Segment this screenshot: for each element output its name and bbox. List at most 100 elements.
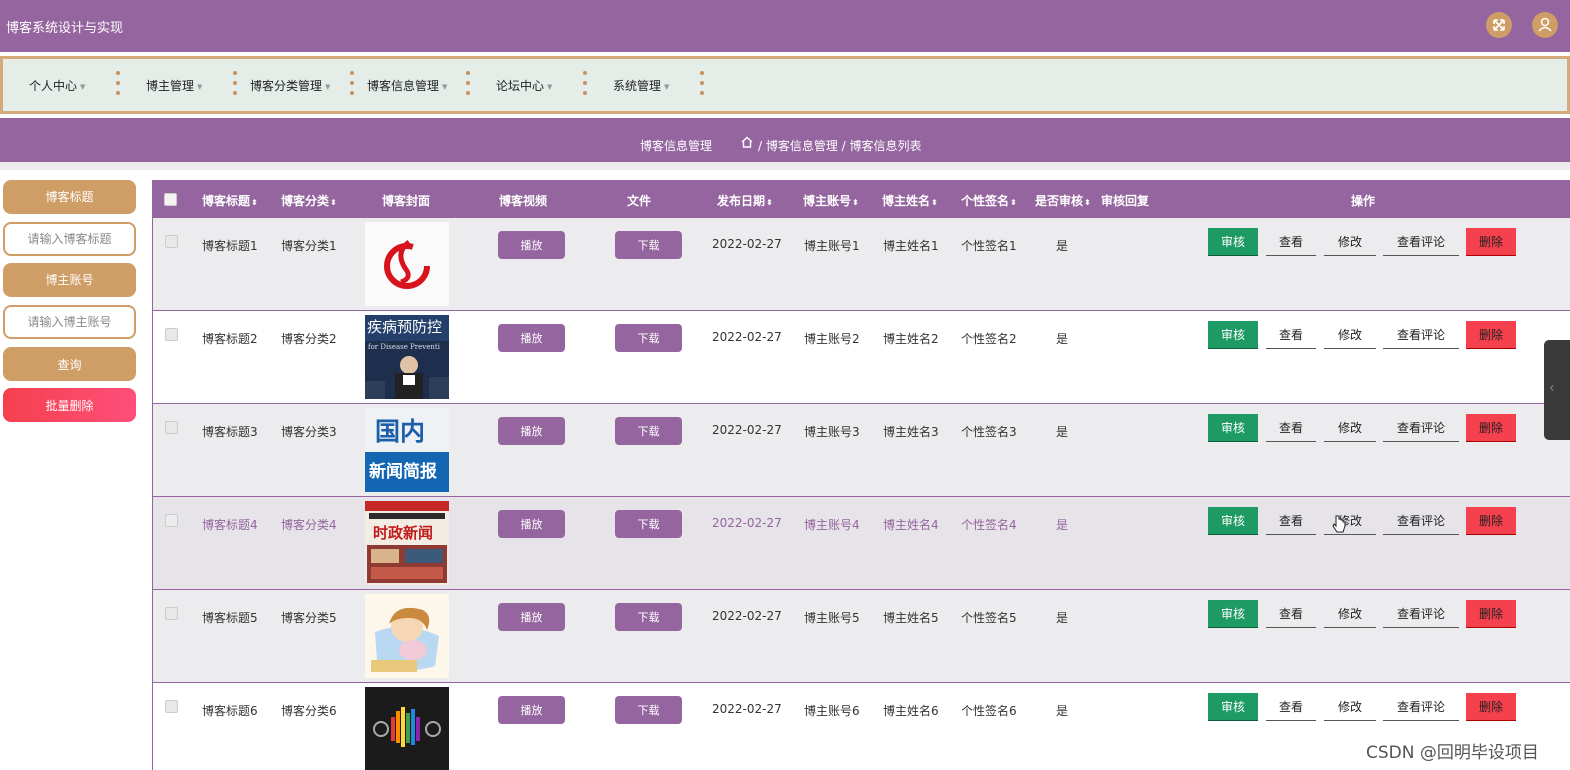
delete-button[interactable]: 删除 (1466, 228, 1516, 256)
column-header-category[interactable]: 博客分类⬍ (281, 192, 337, 209)
download-button[interactable]: 下载 (615, 417, 682, 445)
play-button[interactable]: 播放 (498, 231, 565, 259)
delete-button[interactable]: 删除 (1466, 600, 1516, 628)
view-button[interactable]: 查看 (1266, 507, 1316, 535)
sort-icon: ⬍ (852, 198, 859, 207)
search-button[interactable]: 查询 (3, 347, 136, 381)
cell-account: 博主账号4 (804, 518, 860, 532)
table-row: 博客标题2 博客分类2 疾病预防控 for Disease Preventi 播放… (153, 311, 1570, 404)
audit-button[interactable]: 审核 (1208, 321, 1258, 349)
edit-button[interactable]: 修改 (1324, 414, 1376, 442)
table-row: 博客标题1 博客分类1 播放 下载 2022-02-27 博主账号1 博主姓名1… (153, 218, 1570, 311)
row-checkbox[interactable] (165, 421, 178, 434)
home-icon[interactable] (740, 135, 754, 149)
view-button[interactable]: 查看 (1266, 228, 1316, 256)
blog-cover-image (365, 222, 449, 306)
audit-button[interactable]: 审核 (1208, 507, 1258, 535)
delete-button[interactable]: 删除 (1466, 321, 1516, 349)
view-button[interactable]: 查看 (1266, 414, 1316, 442)
edit-button[interactable]: 修改 (1324, 321, 1376, 349)
view-comments-button[interactable]: 查看评论 (1383, 600, 1459, 628)
nav-divider (700, 71, 704, 99)
row-checkbox[interactable] (165, 700, 178, 713)
user-icon[interactable] (1532, 12, 1558, 38)
download-button[interactable]: 下载 (615, 510, 682, 538)
watermark: CSDN @回明毕设项目 (1366, 743, 1539, 763)
blog-cover-image: 疾病预防控 for Disease Preventi (365, 315, 449, 399)
view-comments-button[interactable]: 查看评论 (1383, 507, 1459, 535)
download-button[interactable]: 下载 (615, 324, 682, 352)
audit-button[interactable]: 审核 (1208, 228, 1258, 256)
blog-cover-image: 国内 新闻简报 (365, 408, 449, 492)
blogger-account-input[interactable] (3, 305, 136, 339)
audit-button[interactable]: 审核 (1208, 600, 1258, 628)
play-button[interactable]: 播放 (498, 417, 565, 445)
column-header-video: 博客视频 (499, 194, 548, 208)
column-header-title[interactable]: 博客标题⬍ (202, 192, 258, 209)
page-title: 博客信息管理 (640, 139, 713, 153)
drawer-handle[interactable]: ‹ (1544, 340, 1570, 440)
column-header-signature[interactable]: 个性签名⬍ (961, 192, 1017, 209)
download-button[interactable]: 下载 (615, 231, 682, 259)
cover-text: 国内 (375, 417, 425, 446)
nav-item-system-management[interactable]: 系统管理 ▼ (613, 77, 669, 94)
blogger-account-label: 博主账号 (3, 263, 136, 297)
select-all-checkbox[interactable] (164, 193, 177, 206)
row-checkbox[interactable] (165, 607, 178, 620)
view-button[interactable]: 查看 (1266, 693, 1316, 721)
nav-item-blog-category-management[interactable]: 博客分类管理 ▼ (250, 77, 330, 94)
column-header-audited[interactable]: 是否审核⬍ (1035, 192, 1091, 209)
blog-title-input[interactable] (3, 222, 136, 256)
column-header-label: 博主姓名 (882, 194, 931, 208)
nav-item-forum-center[interactable]: 论坛中心 ▼ (496, 77, 552, 94)
cell-category: 博客分类3 (281, 425, 337, 439)
view-button[interactable]: 查看 (1266, 321, 1316, 349)
cell-title: 博客标题6 (202, 704, 258, 718)
view-comments-button[interactable]: 查看评论 (1383, 321, 1459, 349)
cell-title: 博客标题4 (202, 518, 258, 532)
delete-button[interactable]: 删除 (1466, 507, 1516, 535)
row-checkbox[interactable] (165, 328, 178, 341)
view-comments-button[interactable]: 查看评论 (1383, 228, 1459, 256)
column-header-account[interactable]: 博主账号⬍ (803, 192, 859, 209)
play-button[interactable]: 播放 (498, 510, 565, 538)
view-comments-button[interactable]: 查看评论 (1383, 693, 1459, 721)
column-header-date[interactable]: 发布日期⬍ (717, 192, 773, 209)
row-checkbox[interactable] (165, 235, 178, 248)
sort-icon: ⬍ (330, 198, 337, 207)
cover-text: for Disease Preventi (368, 343, 441, 351)
chevron-down-icon: ▼ (664, 82, 670, 91)
play-button[interactable]: 播放 (498, 603, 565, 631)
download-button[interactable]: 下载 (615, 603, 682, 631)
cell-account: 博主账号6 (804, 704, 860, 718)
view-button[interactable]: 查看 (1266, 600, 1316, 628)
cell-signature: 个性签名4 (961, 518, 1017, 532)
nav-item-blog-info-management[interactable]: 博客信息管理 ▼ (367, 77, 447, 94)
audit-button[interactable]: 审核 (1208, 414, 1258, 442)
delete-button[interactable]: 删除 (1466, 414, 1516, 442)
fullscreen-icon[interactable] (1486, 12, 1512, 38)
play-button[interactable]: 播放 (498, 696, 565, 724)
edit-button[interactable]: 修改 (1324, 228, 1376, 256)
cell-signature: 个性签名6 (961, 704, 1017, 718)
delete-button[interactable]: 删除 (1466, 693, 1516, 721)
download-button[interactable]: 下载 (615, 696, 682, 724)
column-header-label: 是否审核 (1035, 194, 1084, 208)
edit-button[interactable]: 修改 (1324, 693, 1376, 721)
view-comments-button[interactable]: 查看评论 (1383, 414, 1459, 442)
table-row: 博客标题4 博客分类4 时政新闻 播放 下载 2022-02-27 博主账号4 … (153, 497, 1570, 590)
nav-item-blogger-management[interactable]: 博主管理 ▼ (146, 77, 202, 94)
cell-name: 博主姓名6 (883, 704, 939, 718)
nav-item-personal-center[interactable]: 个人中心 ▼ (29, 77, 85, 94)
row-checkbox[interactable] (165, 514, 178, 527)
column-header-name[interactable]: 博主姓名⬍ (882, 192, 938, 209)
cell-date: 2022-02-27 (712, 702, 782, 716)
edit-button[interactable]: 修改 (1324, 600, 1376, 628)
chevron-down-icon: ▼ (80, 82, 86, 91)
audit-button[interactable]: 审核 (1208, 693, 1258, 721)
cell-name: 博主姓名4 (883, 518, 939, 532)
column-header-cover: 博客封面 (382, 194, 431, 208)
main-nav: 个人中心 ▼ 博主管理 ▼ 博客分类管理 ▼ 博客信息管理 ▼ 论坛中心 ▼ 系统管理 ▼ (0, 56, 1570, 114)
play-button[interactable]: 播放 (498, 324, 565, 352)
batch-delete-button[interactable]: 批量删除 (3, 388, 136, 422)
